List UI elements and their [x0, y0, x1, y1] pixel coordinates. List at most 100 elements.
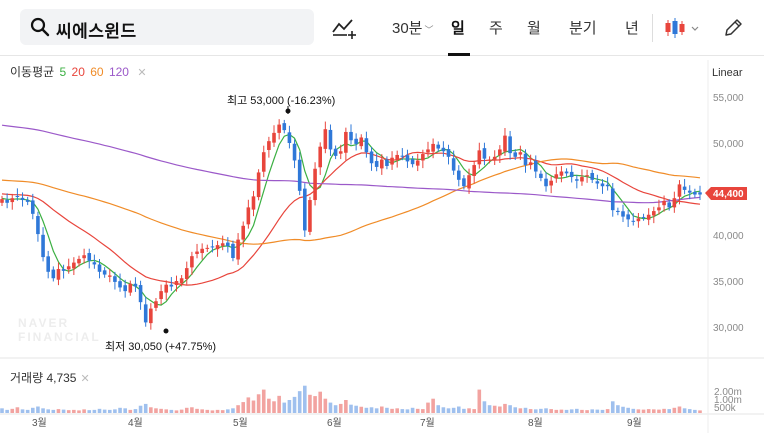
- candle-body: [415, 160, 420, 166]
- volume-bar: [657, 409, 661, 413]
- candle-body: [487, 159, 492, 161]
- candle-body: [0, 199, 4, 203]
- volume-bar: [236, 405, 240, 413]
- volume-bar: [462, 408, 466, 413]
- candle-body: [164, 284, 169, 293]
- candle-body: [77, 258, 81, 264]
- volume-bar: [359, 406, 364, 413]
- candle-body: [107, 275, 112, 277]
- candle-body: [220, 243, 225, 246]
- current-price: 44,400: [713, 189, 744, 200]
- volume-tick: 500k: [714, 403, 737, 414]
- volume-bar: [282, 402, 287, 413]
- candle-body: [456, 170, 461, 180]
- candle-body: [318, 146, 323, 168]
- candle-body: [267, 141, 271, 150]
- candle-body: [492, 156, 497, 160]
- ma-5-line: [1, 133, 701, 306]
- volume-bar: [544, 408, 548, 413]
- candle-body: [662, 200, 666, 206]
- volume-bar: [97, 408, 102, 413]
- volume-bar: [123, 408, 127, 413]
- candle-body: [287, 132, 292, 143]
- volume-bar: [467, 408, 471, 413]
- volume-bar: [477, 389, 482, 413]
- volume-bar: [174, 410, 179, 413]
- candle-body: [564, 171, 569, 174]
- volume-bar: [41, 408, 45, 413]
- candle-body: [51, 269, 56, 279]
- month-label: 4월: [128, 417, 143, 429]
- candle-body: [66, 266, 71, 270]
- candle-body: [503, 135, 507, 152]
- volume-bar: [554, 409, 559, 413]
- candle-body: [133, 283, 138, 287]
- candle-body: [169, 284, 174, 287]
- volume-bar: [354, 405, 358, 413]
- volume-bar: [682, 408, 687, 413]
- price-tick: 50,000: [713, 139, 744, 150]
- volume-bar: [256, 394, 261, 413]
- volume-bar: [431, 398, 435, 413]
- price-chart[interactable]: NAVER FINANCIAL 55,000 50,000 40,000 35,…: [0, 0, 764, 433]
- volume-bar: [641, 409, 646, 413]
- candle-body: [56, 269, 61, 280]
- volume-bar: [687, 409, 692, 413]
- volume-bar: [128, 409, 133, 413]
- volume-bar: [698, 410, 702, 413]
- volume-bar: [436, 405, 441, 413]
- candle-body: [226, 242, 230, 247]
- candle-body: [436, 144, 441, 149]
- month-label: 8월: [528, 417, 543, 429]
- candle-body: [477, 150, 482, 165]
- candle-body: [251, 196, 256, 210]
- naver-financial-watermark: NAVER FINANCIAL: [18, 316, 99, 344]
- volume-bar: [10, 408, 15, 413]
- volume-bar: [313, 396, 317, 413]
- time-axis: 3월 4월 5월 6월 7월 8월 9월: [32, 417, 642, 429]
- volume-bar: [179, 409, 184, 413]
- volume-bar: [405, 409, 410, 413]
- candle-body: [292, 143, 297, 161]
- candle-body: [184, 268, 189, 279]
- volume-bar: [539, 408, 543, 413]
- candle-body: [462, 178, 466, 187]
- volume-bar: [636, 409, 641, 413]
- volume-bar: [113, 409, 117, 413]
- volume-bar: [118, 407, 122, 413]
- candle-body: [641, 216, 646, 218]
- volume-bar: [503, 403, 507, 413]
- volume-bars: [0, 385, 702, 413]
- candlesticks: [0, 119, 702, 330]
- price-axis: 55,000 50,000 40,000 35,000 30,000: [713, 93, 744, 334]
- candle-body: [210, 246, 215, 248]
- candle-body: [328, 129, 333, 150]
- volume-bar: [667, 409, 672, 413]
- volume-bar: [379, 406, 384, 413]
- volume-bar: [616, 405, 620, 413]
- candle-body: [513, 152, 518, 157]
- candle-body: [277, 124, 281, 133]
- candle-body: [323, 129, 328, 149]
- candle-body: [677, 184, 682, 197]
- candle-body: [113, 276, 117, 282]
- volume-bar: [261, 389, 266, 413]
- volume-bar: [390, 408, 394, 413]
- candle-body: [303, 188, 307, 231]
- candle-body: [421, 154, 425, 161]
- volume-bar: [323, 398, 328, 413]
- low-annotation: 최저 30,050 (+47.75%): [105, 328, 216, 353]
- volume-bar: [318, 391, 323, 413]
- candle-body: [390, 157, 394, 165]
- month-label: 3월: [32, 417, 47, 429]
- volume-bar: [30, 407, 35, 413]
- candle-body: [554, 174, 559, 179]
- candle-body: [174, 281, 179, 286]
- candle-body: [595, 181, 600, 184]
- candle-body: [338, 151, 343, 154]
- candle-body: [97, 264, 102, 272]
- volume-bar: [580, 409, 584, 413]
- volume-bar: [421, 409, 425, 413]
- candle-body: [61, 269, 66, 271]
- candle-body: [472, 165, 476, 176]
